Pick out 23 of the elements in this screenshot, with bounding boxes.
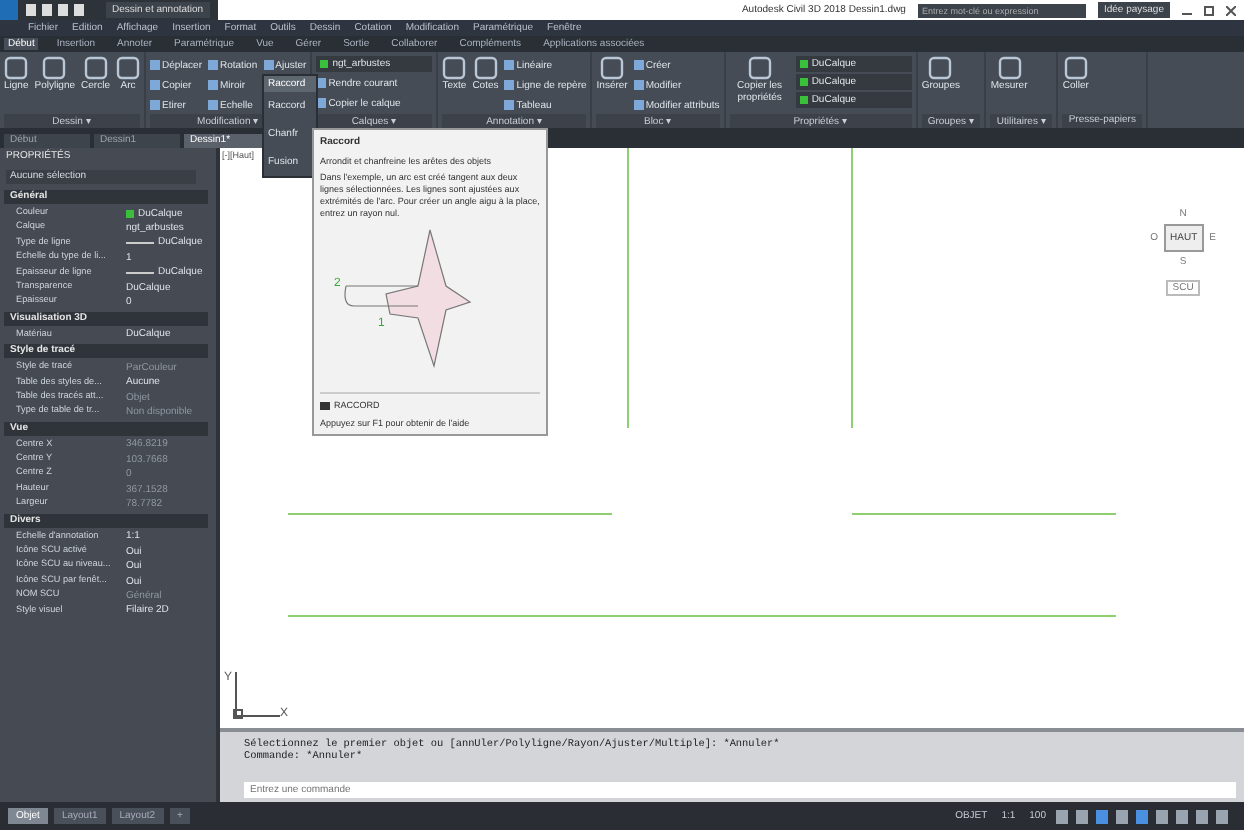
tool-icon bbox=[442, 56, 467, 80]
tool-icon bbox=[600, 56, 625, 80]
tool-icon bbox=[42, 56, 67, 80]
tool-icon bbox=[997, 56, 1022, 80]
close-icon[interactable] bbox=[1226, 5, 1236, 15]
ucs-axes-icon bbox=[232, 672, 281, 720]
line-sample bbox=[126, 241, 154, 244]
tool-icon bbox=[747, 56, 772, 80]
maximize-icon[interactable] bbox=[1204, 5, 1214, 15]
color-swatch bbox=[799, 60, 808, 68]
tool-icon bbox=[4, 56, 29, 80]
tool-icon bbox=[115, 56, 140, 80]
tool-icon bbox=[83, 56, 108, 80]
tool-icon bbox=[263, 60, 274, 70]
tool-icon bbox=[1063, 56, 1088, 80]
tool-icon bbox=[473, 56, 498, 80]
tool-icon bbox=[928, 56, 953, 80]
color-swatch bbox=[799, 96, 808, 104]
color-swatch bbox=[126, 209, 134, 218]
color-swatch bbox=[799, 78, 808, 86]
color-swatch bbox=[320, 60, 329, 68]
line-sample bbox=[126, 271, 154, 274]
command-icon bbox=[320, 401, 330, 410]
